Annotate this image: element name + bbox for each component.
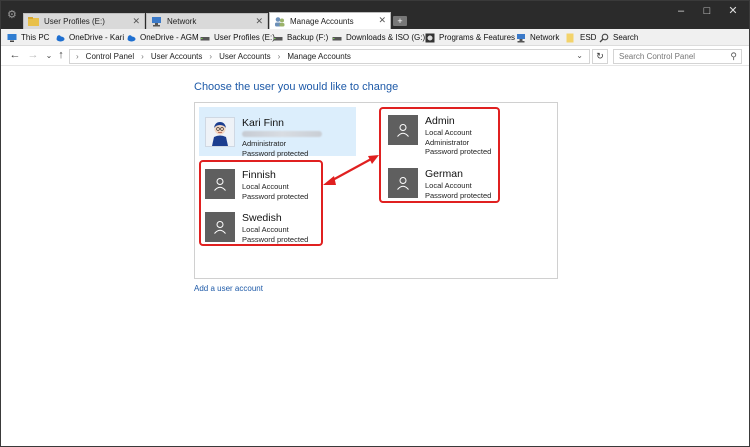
- fav-label: Network: [530, 33, 560, 42]
- maximize-button[interactable]: □: [695, 4, 719, 18]
- user-photo-icon: [206, 118, 234, 146]
- cloud-icon: [55, 33, 65, 43]
- window-menu-icon[interactable]: ⚙: [7, 9, 19, 21]
- close-tab-icon[interactable]: ✕: [255, 16, 263, 27]
- highlight-box-left: [199, 160, 323, 246]
- forward-arrow-icon[interactable]: →: [27, 49, 39, 62]
- fav-this-pc[interactable]: This PC: [7, 31, 49, 44]
- breadcrumb-separator: ›: [76, 52, 79, 61]
- folder-icon: [566, 33, 576, 43]
- fav-programs-features[interactable]: Programs & Features: [425, 31, 515, 44]
- account-password-status: Password protected: [242, 148, 309, 158]
- tab-label: User Profiles (E:): [44, 17, 105, 26]
- breadcrumb-user-accounts-2[interactable]: User Accounts: [219, 52, 271, 61]
- programs-icon: [425, 33, 435, 43]
- tab-label: Network: [167, 17, 197, 26]
- tab-manage-accounts[interactable]: Manage Accounts ✕: [269, 12, 391, 29]
- breadcrumb-separator: ›: [277, 52, 281, 61]
- search-icon: ⚲: [730, 51, 737, 61]
- user-accounts-icon: [274, 16, 285, 27]
- fav-network[interactable]: Network: [516, 31, 559, 44]
- new-tab-button[interactable]: +: [393, 16, 407, 26]
- favorites-bar: This PC OneDrive - Kari OneDrive - AGM U…: [1, 29, 749, 46]
- drive-icon: [200, 33, 210, 43]
- avatar: [205, 117, 235, 147]
- fav-onedrive-agm[interactable]: OneDrive - AGM: [126, 31, 199, 44]
- fav-label: ESD: [580, 33, 597, 42]
- browser-window: ⚙ User Profiles (E:) ✕ Network ✕ Manage …: [0, 0, 750, 447]
- close-tab-icon[interactable]: ✕: [378, 15, 386, 26]
- recent-locations-icon[interactable]: ⌄: [43, 49, 55, 62]
- network-icon: [151, 16, 162, 27]
- tab-user-profiles[interactable]: User Profiles (E:) ✕: [23, 13, 145, 29]
- minimize-button[interactable]: –: [669, 4, 693, 18]
- up-arrow-icon[interactable]: ↑: [55, 49, 67, 62]
- breadcrumb-control-panel[interactable]: Control Panel: [86, 52, 134, 61]
- chevron-down-icon[interactable]: ⌄: [576, 51, 583, 60]
- fav-backup[interactable]: Backup (F:): [273, 31, 328, 44]
- close-button[interactable]: ✕: [721, 4, 745, 18]
- account-type: Administrator: [242, 139, 287, 148]
- breadcrumb-separator: ›: [141, 52, 144, 61]
- fav-downloads-iso[interactable]: Downloads & ISO (G:): [332, 31, 425, 44]
- highlight-box-right: [379, 107, 500, 203]
- fav-search[interactable]: Search: [599, 31, 638, 44]
- close-tab-icon[interactable]: ✕: [132, 16, 140, 27]
- fav-label: Search: [613, 33, 639, 42]
- fav-label: This PC: [21, 33, 50, 42]
- account-name: Kari Finn: [242, 117, 285, 129]
- search-icon: [599, 33, 609, 43]
- fav-label: User Profiles (E:): [214, 33, 275, 42]
- breadcrumb-separator: ›: [209, 52, 213, 61]
- fav-label: Programs & Features: [439, 33, 516, 42]
- address-bar: ← → ⌄ ↑ › Control Panel › User Accounts …: [1, 46, 749, 66]
- title-bar: ⚙ User Profiles (E:) ✕ Network ✕ Manage …: [1, 1, 749, 29]
- cloud-icon: [126, 33, 136, 43]
- fav-label: Downloads & ISO (G:): [346, 33, 426, 42]
- fav-onedrive-kari[interactable]: OneDrive - Kari: [55, 31, 124, 44]
- fav-label: OneDrive - Kari: [69, 33, 125, 42]
- refresh-button[interactable]: ↻: [592, 49, 608, 64]
- network-icon: [516, 33, 526, 43]
- blurred-email: [242, 131, 322, 137]
- fav-label: OneDrive - AGM: [140, 33, 199, 42]
- folder-icon: [28, 16, 39, 27]
- fav-label: Backup (F:): [287, 33, 329, 42]
- search-placeholder: Search Control Panel: [619, 52, 696, 61]
- double-arrow-icon: [323, 155, 379, 185]
- breadcrumb[interactable]: › Control Panel › User Accounts › User A…: [69, 49, 590, 64]
- drive-icon: [273, 33, 283, 43]
- tab-label: Manage Accounts: [290, 16, 354, 26]
- breadcrumb-user-accounts[interactable]: User Accounts: [151, 52, 203, 61]
- fav-user-profiles[interactable]: User Profiles (E:): [200, 31, 275, 44]
- fav-esd[interactable]: ESD: [566, 31, 596, 44]
- add-user-link[interactable]: Add a user account: [194, 284, 263, 293]
- page-title: Choose the user you would like to change: [194, 81, 399, 93]
- drive-icon: [332, 33, 342, 43]
- back-arrow-icon[interactable]: ←: [9, 49, 21, 62]
- breadcrumb-manage-accounts[interactable]: Manage Accounts: [287, 52, 351, 61]
- tab-network[interactable]: Network ✕: [146, 13, 268, 29]
- search-input[interactable]: Search Control Panel ⚲: [613, 49, 742, 64]
- computer-icon: [7, 33, 17, 43]
